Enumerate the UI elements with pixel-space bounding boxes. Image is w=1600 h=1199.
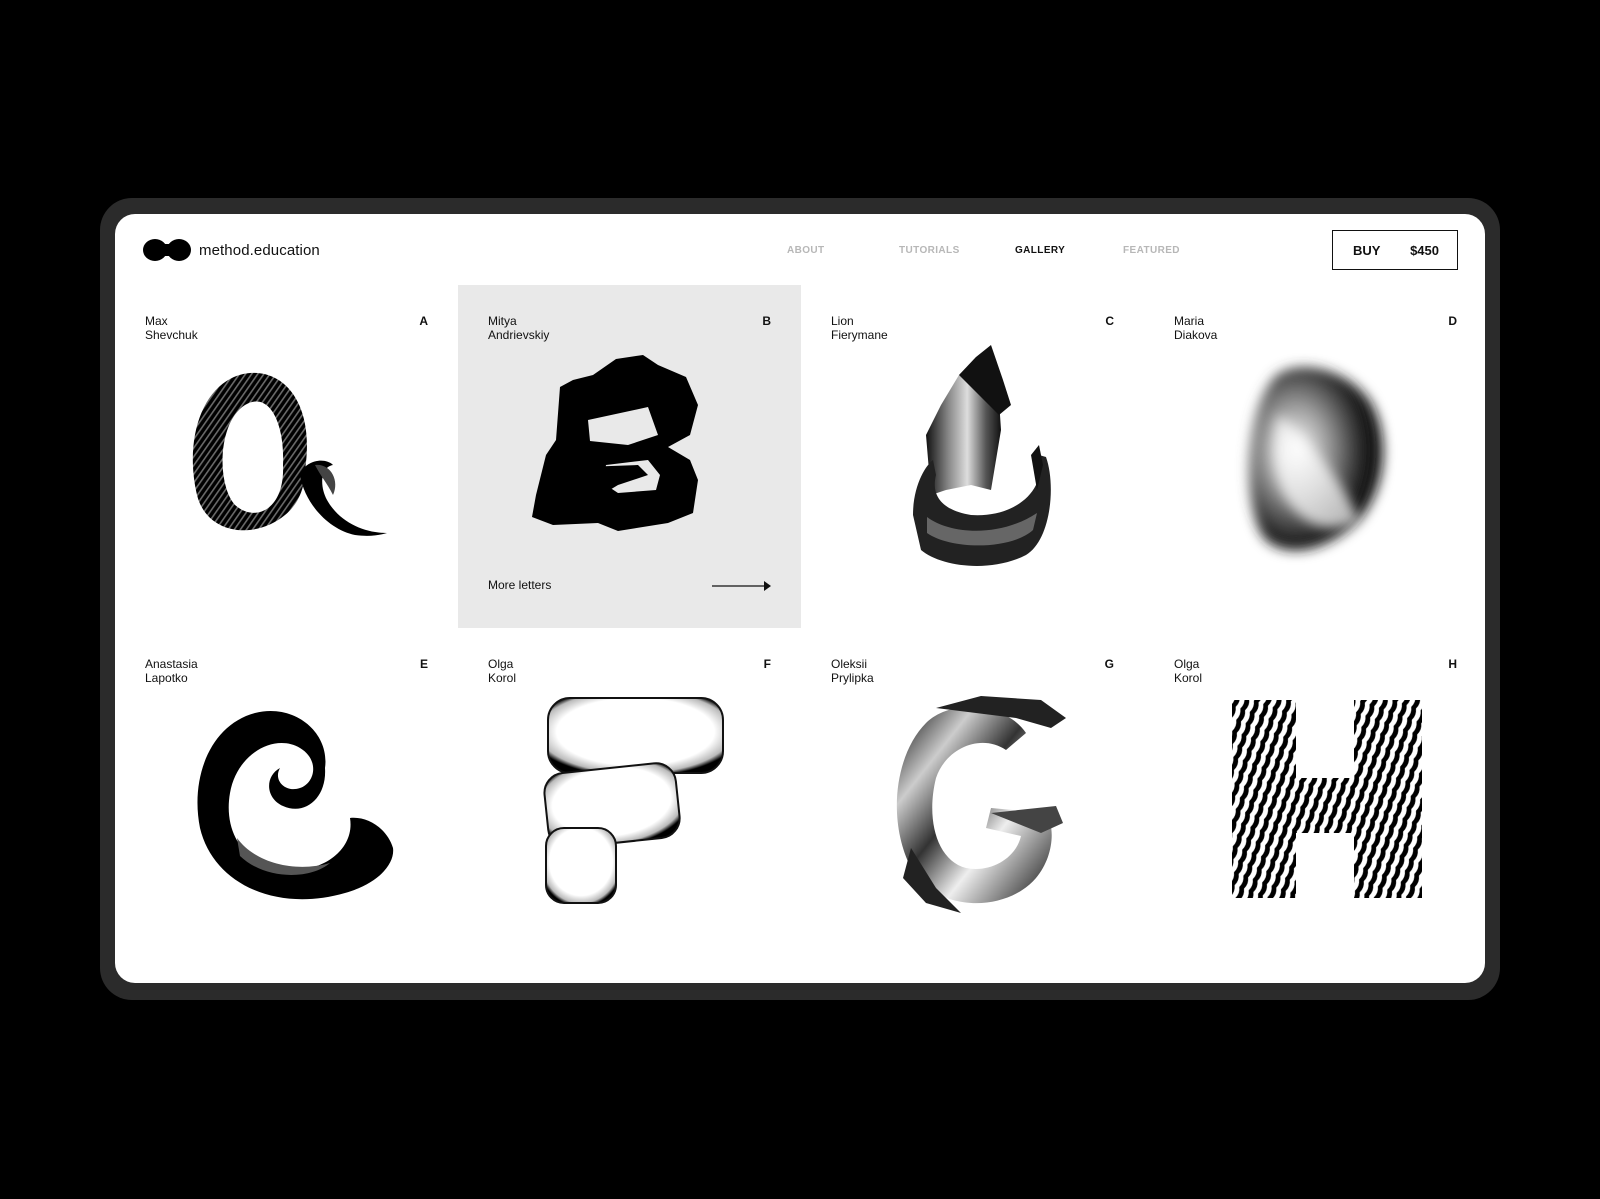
ribbon-a-icon bbox=[192, 372, 387, 536]
main-nav: ABOUT TUTORIALS GALLERY FEATURED bbox=[115, 245, 1485, 261]
zebra-h-icon bbox=[1232, 700, 1422, 898]
gallery-card-f[interactable]: Olga Korol F bbox=[458, 628, 801, 971]
author-name[interactable]: Lion Fierymane bbox=[831, 314, 888, 342]
letter-label: G bbox=[1104, 657, 1114, 671]
author-name[interactable]: Olga Korol bbox=[488, 657, 516, 685]
device-frame: method.education ABOUT TUTORIALS GALLERY… bbox=[100, 198, 1500, 1000]
author-name[interactable]: Maria Diakova bbox=[1174, 314, 1217, 342]
nav-tutorials[interactable]: TUTORIALS bbox=[899, 245, 960, 256]
letter-label: D bbox=[1448, 314, 1457, 328]
arrow-right-icon[interactable] bbox=[712, 579, 772, 593]
gallery-card-d[interactable]: Maria Diakova D bbox=[1144, 285, 1485, 628]
author-name[interactable]: Oleksii Prylipka bbox=[831, 657, 874, 685]
blackletter-b-icon bbox=[532, 355, 698, 531]
buy-price: $450 bbox=[1410, 242, 1439, 258]
letter-label: A bbox=[419, 314, 428, 328]
gallery-card-g[interactable]: Oleksii Prylipka G bbox=[801, 628, 1144, 971]
buy-button[interactable]: BUY $450 bbox=[1332, 230, 1458, 270]
buy-label: BUY bbox=[1353, 242, 1381, 258]
letter-label: H bbox=[1448, 657, 1457, 671]
blurred-d-icon bbox=[1249, 367, 1383, 551]
nav-gallery[interactable]: GALLERY bbox=[1015, 245, 1065, 256]
gallery-card-b[interactable]: Mitya Andrievskiy B More letters bbox=[458, 285, 801, 628]
nav-about[interactable]: ABOUT bbox=[787, 245, 825, 256]
author-name[interactable]: Olga Korol bbox=[1174, 657, 1202, 685]
letter-label: B bbox=[762, 314, 771, 328]
gallery-card-c[interactable]: Lion Fierymane C bbox=[801, 285, 1144, 628]
letter-label: F bbox=[763, 657, 771, 671]
gallery-card-e[interactable]: Anastasia Lapotko E bbox=[115, 628, 458, 971]
author-name[interactable]: Max Shevchuk bbox=[145, 314, 198, 342]
metal-shard-c-icon bbox=[913, 345, 1051, 566]
nav-featured[interactable]: FEATURED bbox=[1123, 245, 1180, 256]
author-name[interactable]: Mitya Andrievskiy bbox=[488, 314, 549, 342]
gallery-card-a[interactable]: Max Shevchuk A bbox=[115, 285, 458, 628]
gallery-card-h[interactable]: Olga Korol H bbox=[1144, 628, 1485, 971]
letter-label: E bbox=[419, 657, 428, 671]
browser-screen: method.education ABOUT TUTORIALS GALLERY… bbox=[115, 214, 1485, 983]
author-name[interactable]: Anastasia Lapotko bbox=[145, 657, 198, 685]
soft-stack-f-icon bbox=[543, 697, 724, 904]
letter-label: C bbox=[1105, 314, 1114, 328]
spiral-e-icon bbox=[197, 711, 394, 900]
chrome-g-icon bbox=[896, 696, 1066, 913]
more-letters-link[interactable]: More letters bbox=[488, 578, 551, 592]
